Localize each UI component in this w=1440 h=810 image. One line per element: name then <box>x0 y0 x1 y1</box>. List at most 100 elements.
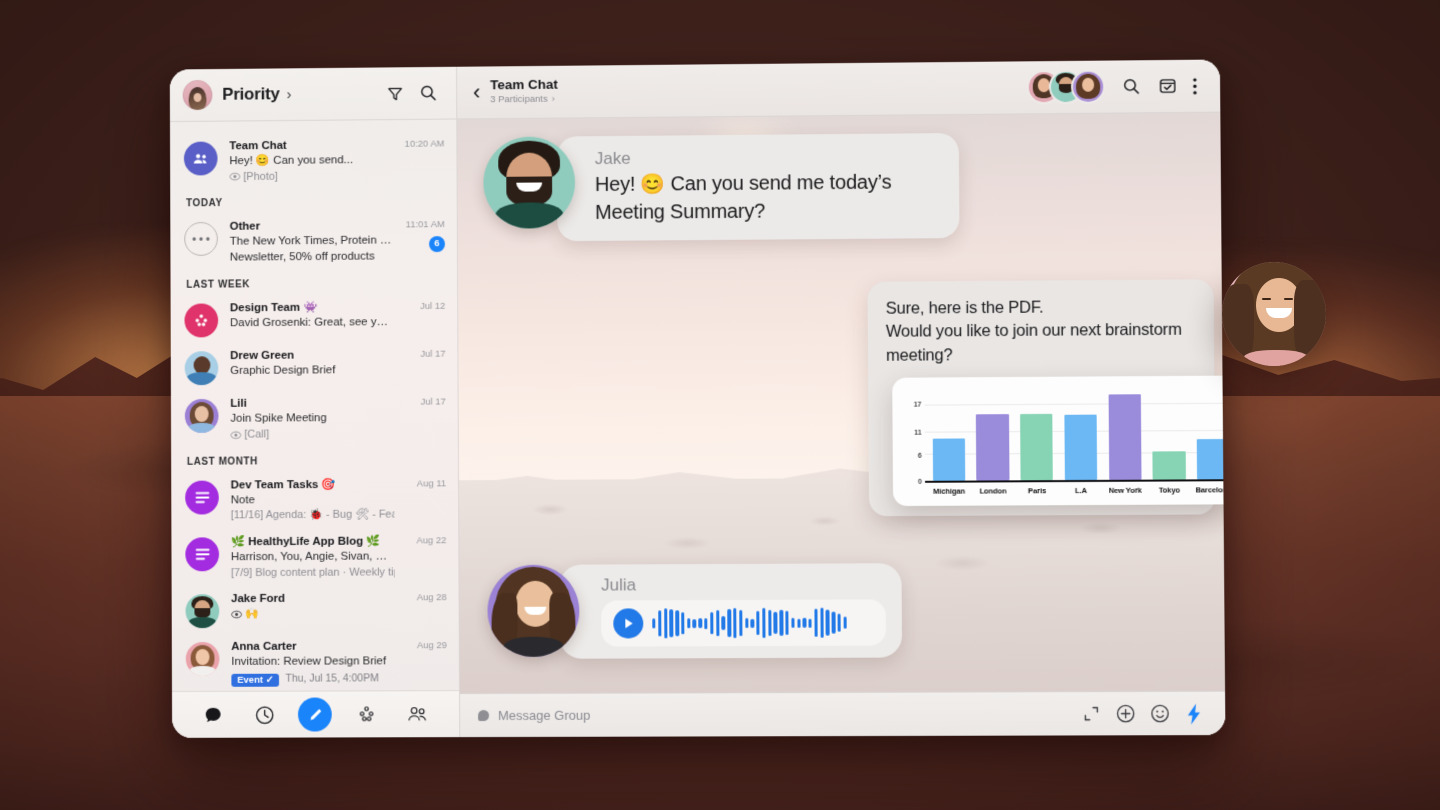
list-item-other[interactable]: Other The New York Times, Protein Sale, … <box>170 212 457 272</box>
sidebar-header: Priority › <box>169 66 457 123</box>
waveform-bar <box>825 609 830 636</box>
event-chip[interactable]: Event ✓ <box>231 673 280 687</box>
sidebar-item-recent[interactable] <box>247 698 281 732</box>
bar-la <box>1064 414 1098 481</box>
message-input[interactable]: Message Group <box>498 708 590 723</box>
section-label-today: TODAY <box>186 198 223 210</box>
waveform-bar <box>820 607 824 638</box>
waveform-bar <box>715 610 720 637</box>
list-item-dev-team-tasks[interactable]: Dev Team Tasks 🎯 Note [11/16] Agenda: 🐞 … <box>171 471 458 530</box>
bar-column <box>1058 390 1103 481</box>
waveform-bar <box>744 617 749 629</box>
sidebar-item-chats[interactable] <box>196 698 230 732</box>
list-item-title: Anna Carter <box>231 640 297 654</box>
waveform-bar <box>727 609 731 638</box>
more-vertical-icon[interactable] <box>1186 72 1204 100</box>
waveform-bar <box>698 618 702 629</box>
search-icon[interactable] <box>1117 72 1145 100</box>
audio-player[interactable] <box>601 599 886 647</box>
archive-check-icon[interactable] <box>1153 72 1181 100</box>
x-label: Paris <box>1028 486 1047 496</box>
list-item-meta: Aug 29 <box>395 639 447 651</box>
list-item-title: Other <box>229 220 261 234</box>
list-item-anna-carter[interactable]: Anna Carter Invitation: Review Design Br… <box>172 633 459 691</box>
smiley-icon[interactable] <box>1144 698 1175 728</box>
app-window: Priority › Team Chat Hey! 😊 Can you send… <box>169 59 1226 738</box>
message-composer[interactable]: Message Group <box>460 690 1226 738</box>
list-item-design-team[interactable]: Design Team 👾 David Grosenki: Great, see… <box>171 294 458 344</box>
expand-icon[interactable] <box>1076 699 1107 729</box>
sidebar-item-groups[interactable] <box>349 697 383 731</box>
list-item-time: Aug 28 <box>416 592 447 604</box>
message-bubble-jake: Jake Hey! 😊 Can you send me today’s Meet… <box>556 132 960 242</box>
plus-circle-icon[interactable] <box>1110 699 1141 729</box>
bar-michigan <box>932 437 966 482</box>
waveform-bar <box>756 610 760 635</box>
x-label: New York <box>1108 485 1142 496</box>
list-item-meta: Jul 17 <box>394 348 445 360</box>
list-item-title: Design Team 👾 <box>229 302 318 315</box>
lightning-bolt-icon[interactable] <box>1179 698 1210 728</box>
list-item-preview: The New York Times, Protein Sale, <box>229 234 394 249</box>
participants-avatar-stack[interactable] <box>1028 71 1104 103</box>
waveform[interactable] <box>652 607 874 639</box>
x-label: Tokyo <box>1158 485 1180 495</box>
chat-header: ‹ Team Chat 3 Participants › <box>457 59 1221 120</box>
list-item-title: Drew Green <box>230 349 295 363</box>
dots-cluster-icon <box>356 704 376 724</box>
back-button[interactable]: ‹ <box>471 79 490 104</box>
composer-status-dot <box>478 710 490 722</box>
filter-icon[interactable] <box>381 79 409 107</box>
search-icon[interactable] <box>414 79 442 107</box>
list-item-lili[interactable]: Lili Join Spike Meeting [Call] Jul 17 <box>171 390 458 449</box>
list-item-preview-2: Newsletter, 50% off products <box>229 250 375 264</box>
chevron-right-icon: › <box>551 93 555 105</box>
list-item-preview: Harrison, You, Angie, Sivan, Drew... <box>230 550 395 564</box>
message-text: Sure, here is the PDF. Would you like to… <box>885 298 1182 365</box>
bar-chart: 17 11 6 0 <box>904 388 1226 486</box>
message-sender: Julia <box>601 575 637 595</box>
waveform-bar <box>681 612 685 635</box>
waveform-bar <box>843 616 847 629</box>
conversation-list[interactable]: Team Chat Hey! 😊 Can you send... [Photo]… <box>170 119 459 691</box>
message-pdf-reply[interactable]: Sure, here is the PDF. Would you like to… <box>867 279 1226 517</box>
julia-avatar <box>487 564 580 657</box>
chevron-right-icon[interactable]: › <box>286 86 291 103</box>
waveform-bar <box>669 609 674 638</box>
pdf-attachment-card[interactable]: 17 11 6 0 Michigan London Paris L.A New … <box>892 375 1226 507</box>
floating-contact-avatar[interactable] <box>1222 262 1326 366</box>
chart-bars <box>924 389 1226 482</box>
list-item-meta: Aug 11 <box>394 477 446 489</box>
waveform-bar <box>658 610 662 637</box>
list-item-preview: Note <box>230 494 255 507</box>
user-avatar[interactable] <box>182 80 213 111</box>
list-item-jake-ford[interactable]: Jake Ford 🙌 Aug 28 <box>172 585 459 634</box>
message-text: Hey! 😊 Can you send me today’s Meeting S… <box>594 171 892 224</box>
chat-participants[interactable]: 3 Participants › <box>490 94 558 107</box>
waveform-bar <box>767 609 772 636</box>
list-item-meta: 11:01 AM 6 <box>393 218 445 253</box>
note-list-icon <box>185 537 220 572</box>
bar-paris <box>1020 413 1054 481</box>
list-item-time: Jul 12 <box>420 301 446 313</box>
sidebar-item-compose[interactable] <box>298 697 333 732</box>
message-jake[interactable]: Jake Hey! 😊 Can you send me today’s Meet… <box>483 132 960 242</box>
waveform-bar <box>750 618 755 628</box>
play-button[interactable] <box>613 608 644 639</box>
waveform-bar <box>692 618 697 628</box>
bar-column <box>1191 389 1226 480</box>
list-item-healthylife-app-blog[interactable]: 🌿 HealthyLife App Blog 🌿 Harrison, You, … <box>171 528 458 586</box>
bar-column <box>970 390 1015 481</box>
list-item-preview: Join Spike Meeting <box>230 412 327 426</box>
list-item-preview: Invitation: Review Design Brief <box>231 655 387 669</box>
list-item-drew-green[interactable]: Drew Green Graphic Design Brief Jul 17 <box>171 342 458 392</box>
chart-x-labels: Michigan London Paris L.A New York Tokyo… <box>925 481 1225 496</box>
list-item-time: 11:01 AM <box>405 219 445 231</box>
waveform-bar <box>814 608 818 637</box>
chat-bubble-icon <box>205 707 221 722</box>
eye-icon <box>231 610 242 619</box>
sidebar-item-contacts[interactable] <box>401 697 435 731</box>
list-item-team-chat[interactable]: Team Chat Hey! 😊 Can you send... [Photo]… <box>170 125 457 190</box>
message-voice-julia[interactable]: Julia <box>487 563 903 659</box>
message-bubble-pdf: Sure, here is the PDF. Would you like to… <box>867 279 1226 517</box>
